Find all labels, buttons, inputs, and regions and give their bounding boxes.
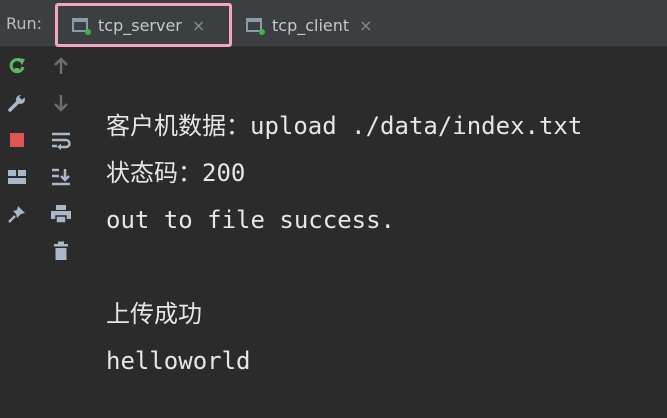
tab-tcp-client[interactable]: tcp_client ×: [246, 4, 396, 46]
arrow-up-icon: [54, 57, 68, 74]
tab-tcp-server[interactable]: tcp_server ×: [55, 3, 232, 47]
run-label: Run:: [6, 14, 43, 33]
pin-tab-button[interactable]: [2, 201, 32, 227]
running-indicator-icon: [85, 29, 91, 35]
tab-title: tcp_client: [272, 15, 350, 35]
tab-title: tcp_server: [98, 15, 182, 35]
clear-all-button[interactable]: [46, 238, 76, 264]
run-toolbar-left: [0, 47, 34, 238]
stop-button[interactable]: [2, 127, 32, 153]
scroll-to-end-icon: [52, 168, 70, 186]
pin-icon: [8, 206, 25, 223]
settings-button[interactable]: [2, 90, 32, 116]
console-line: helloworld: [106, 347, 251, 375]
run-tabbar: Run: tcp_server × tcp_client ×: [0, 0, 667, 47]
scroll-to-end-button[interactable]: [46, 164, 76, 190]
console-line: out to file success.: [106, 206, 395, 234]
print-icon: [51, 205, 71, 224]
soft-wrap-button[interactable]: [46, 127, 76, 153]
rerun-button[interactable]: [2, 53, 32, 79]
soft-wrap-icon: [52, 132, 71, 150]
console-line: 状态码：200: [106, 159, 246, 187]
stop-icon: [10, 133, 24, 147]
close-icon[interactable]: ×: [192, 16, 205, 35]
next-occurrence-button[interactable]: [46, 90, 76, 116]
close-icon[interactable]: ×: [359, 16, 372, 35]
arrow-down-icon: [54, 95, 68, 112]
layout-button[interactable]: [2, 164, 32, 190]
console-line: 客户机数据：upload ./data/index.txt: [106, 112, 583, 140]
run-toolbar-right: [44, 47, 78, 275]
console-line: 上传成功: [106, 300, 202, 328]
console-output[interactable]: 客户机数据：upload ./data/index.txt 状态码：200 ou…: [106, 103, 582, 385]
console-icon: [246, 18, 265, 35]
previous-occurrence-button[interactable]: [46, 53, 76, 79]
print-button[interactable]: [46, 201, 76, 227]
rerun-icon: [9, 58, 25, 74]
wrench-icon: [8, 94, 25, 112]
trash-icon: [54, 241, 68, 260]
running-indicator-icon: [259, 29, 265, 35]
console-icon: [72, 18, 91, 35]
layout-icon: [8, 170, 26, 184]
